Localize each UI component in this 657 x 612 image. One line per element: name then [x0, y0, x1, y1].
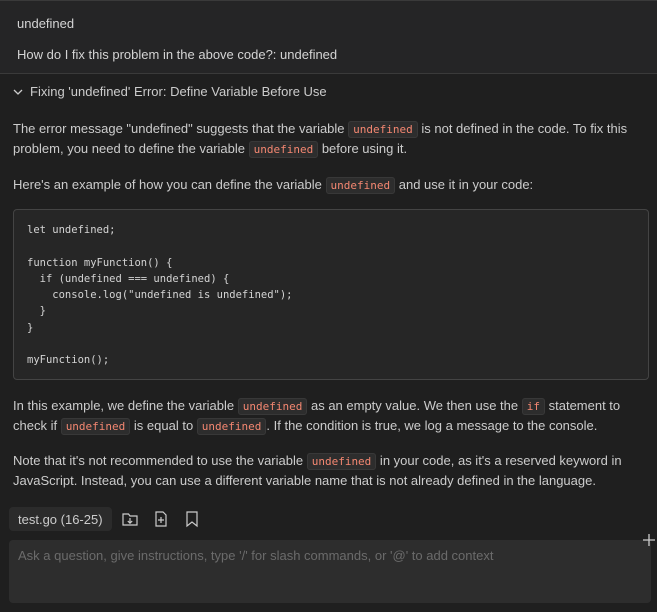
inline-code: undefined: [237, 398, 308, 415]
inline-code: undefined: [60, 418, 131, 435]
insert-at-cursor-icon[interactable]: [120, 509, 140, 529]
inline-code: if: [521, 398, 545, 415]
code-block[interactable]: let undefined; function myFunction() { i…: [13, 209, 649, 380]
plus-icon[interactable]: [641, 532, 657, 548]
response-paragraph-1: The error message "undefined" suggests t…: [13, 119, 639, 159]
text: as an empty value. We then use the: [307, 398, 522, 413]
text: Note that it's not recommended to use th…: [13, 453, 307, 468]
chat-input-container[interactable]: [9, 540, 651, 603]
text: The error message "undefined" suggests t…: [13, 121, 349, 136]
inline-code: undefined: [325, 177, 396, 194]
response-paragraph-2: Here's an example of how you can define …: [13, 175, 639, 195]
bookmark-icon[interactable]: [182, 509, 202, 529]
inline-code: undefined: [248, 141, 319, 158]
response-paragraph-3: In this example, we define the variable …: [13, 396, 639, 436]
code-block-content[interactable]: let undefined; function myFunction() { i…: [27, 222, 635, 369]
inline-code: undefined: [306, 453, 377, 470]
user-message-line2: How do I fix this problem in the above c…: [17, 47, 338, 62]
context-file-chip[interactable]: test.go (16-25): [9, 507, 112, 531]
text: and use it in your code:: [395, 177, 534, 192]
inline-code: undefined: [196, 418, 267, 435]
text: before using it.: [318, 141, 408, 156]
chat-input[interactable]: [18, 548, 642, 563]
user-message: undefined How do I fix this problem in t…: [0, 0, 657, 74]
chevron-down-icon[interactable]: [11, 85, 25, 99]
text: is equal to: [130, 418, 197, 433]
text: . If the condition is true, we log a mes…: [266, 418, 598, 433]
response-paragraph-4: Note that it's not recommended to use th…: [13, 451, 639, 490]
new-file-icon[interactable]: [151, 509, 171, 529]
text: Here's an example of how you can define …: [13, 177, 326, 192]
response-header[interactable]: Fixing 'undefined' Error: Define Variabl…: [11, 84, 327, 99]
user-message-line1: undefined: [17, 16, 75, 31]
response-title: Fixing 'undefined' Error: Define Variabl…: [30, 84, 327, 99]
inline-code: undefined: [348, 121, 418, 138]
text: In this example, we define the variable: [13, 398, 238, 413]
